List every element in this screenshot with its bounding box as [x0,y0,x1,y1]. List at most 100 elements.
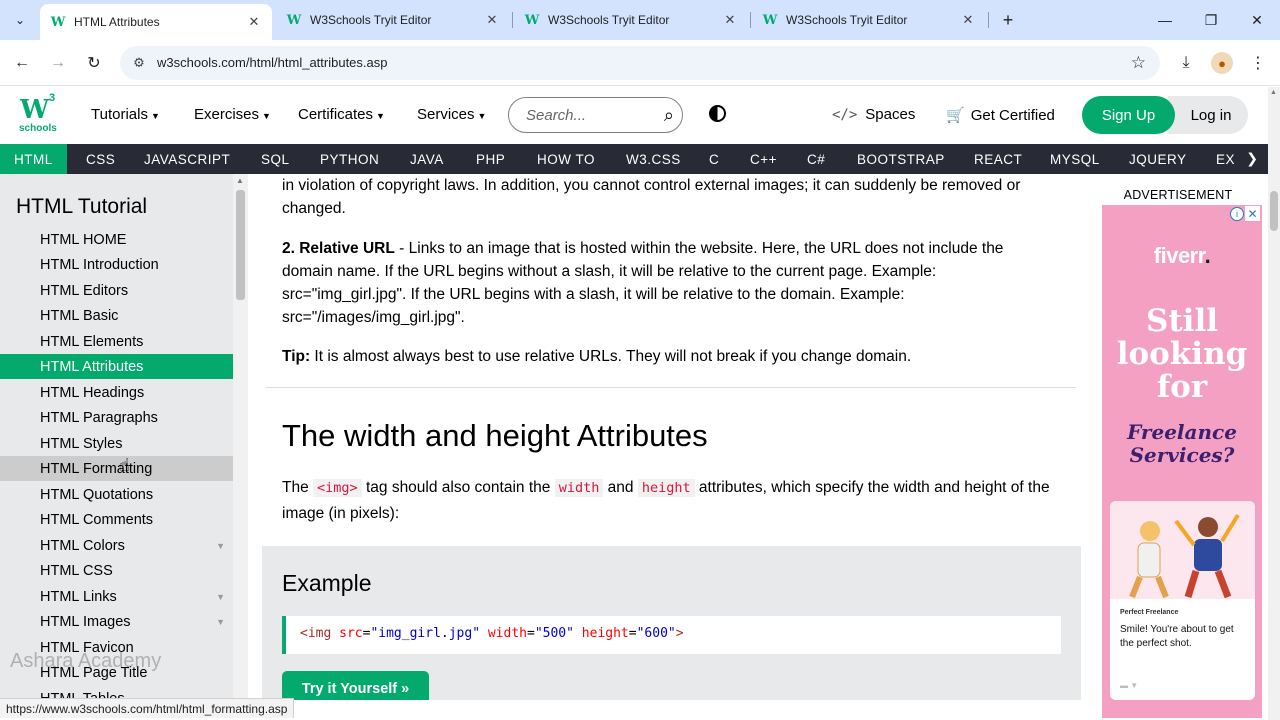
browser-tab-tryit-2[interactable]: W W3Schools Tryit Editor ✕ [514,4,748,36]
sidebar-item-html-introduction[interactable]: HTML Introduction [0,252,233,277]
profile-avatar-icon[interactable]: ● [1211,52,1233,74]
topnav-csharp[interactable]: C# [807,144,825,174]
topnav-css[interactable]: CSS [86,144,115,174]
sidebar-item-html-css[interactable]: HTML CSS [0,558,233,583]
browser-tab-tryit-3[interactable]: W W3Schools Tryit Editor ✕ [752,4,986,36]
mouse-pointer-icon: ☝ [119,455,130,475]
menu-certificates[interactable]: Certificates ▼ [298,106,385,123]
restore-window-icon[interactable]: ❐ [1196,8,1226,32]
topnav-react[interactable]: REACT [974,144,1022,174]
fiverr-wordmark: fiverr [1153,243,1205,268]
close-tab-icon[interactable]: ✕ [246,14,262,30]
close-tab-icon[interactable]: ✕ [484,12,500,28]
topnav-mysql[interactable]: MYSQL [1050,144,1100,174]
logo-subtext: schools [19,123,57,134]
sidebar-item-html-images[interactable]: HTML Images ▼ [0,609,233,634]
topnav-javascript[interactable]: JAVASCRIPT [144,144,230,174]
text-fragment: The [282,479,314,496]
sidebar-item-html-editors[interactable]: HTML Editors [0,278,233,303]
reload-icon[interactable]: ↻ [82,51,106,75]
sidebar-item-html-elements[interactable]: HTML Elements [0,329,233,354]
menu-services[interactable]: Services ▼ [417,106,486,123]
try-it-yourself-button[interactable]: Try it Yourself » [282,671,429,700]
close-tab-icon[interactable]: ✕ [960,12,976,28]
tab-divider [988,12,989,28]
expand-caret-icon[interactable]: ▼ [216,541,225,551]
topnav-w3css[interactable]: W3.CSS [626,144,681,174]
paragraph-relative-url: 2. Relative URL - Links to an image that… [282,237,1057,329]
sidebar-item-html-styles[interactable]: HTML Styles [0,431,233,456]
downloads-icon[interactable]: ⤓ [1174,51,1198,75]
topnav-python[interactable]: PYTHON [320,144,379,174]
expand-caret-icon[interactable]: ▼ [216,617,225,627]
topnav-cpp[interactable]: C++ [750,144,777,174]
ad-illustration [1110,501,1255,599]
address-url[interactable]: w3schools.com/html/html_attributes.asp [157,55,387,70]
logo-letter: W [20,95,50,125]
address-bar[interactable]: ⚙ w3schools.com/html/html_attributes.asp… [120,46,1160,80]
close-window-icon[interactable]: ✕ [1242,8,1272,32]
expand-caret-icon[interactable]: ▼ [216,592,225,602]
w3schools-logo[interactable]: W 3 schools [16,92,60,137]
login-button[interactable]: Log in [1168,96,1248,134]
sidebar-item-html-colors[interactable]: HTML Colors ▼ [0,533,233,558]
topnav-c[interactable]: C [709,144,719,174]
signup-button[interactable]: Sign Up [1082,96,1175,134]
sidebar-item-html-comments[interactable]: HTML Comments [0,507,233,532]
topnav-ex[interactable]: EX [1216,144,1235,174]
sidebar-item-html-paragraphs[interactable]: HTML Paragraphs [0,405,233,430]
nav-scroll-right-icon[interactable]: ❯ [1246,150,1258,167]
site-search-input[interactable]: Search... ⌕ [508,97,683,133]
scroll-up-arrow-icon[interactable]: ▲ [236,176,244,185]
sidebar-item-html-attributes[interactable]: HTML Attributes [0,354,233,379]
scroll-up-arrow-icon[interactable]: ▲ [1270,89,1277,96]
ad-close-icon[interactable]: ✕ [1245,206,1260,221]
topnav-php[interactable]: PHP [476,144,505,174]
browser-tab-html-attributes[interactable]: W HTML Attributes ✕ [40,4,272,40]
spaces-link[interactable]: </> Spaces [832,106,915,123]
ad-info-icon[interactable]: i [1230,207,1244,221]
back-arrow-icon[interactable]: ← [10,51,34,75]
browser-tab-tryit-1[interactable]: W W3Schools Tryit Editor ✕ [276,4,510,36]
topnav-sql[interactable]: SQL [261,144,290,174]
topnav-jquery[interactable]: JQUERY [1129,144,1187,174]
get-certified-link[interactable]: 🛒 Get Certified [946,106,1055,124]
page-scroll-thumb[interactable] [1270,191,1278,231]
sidebar-item-html-formatting[interactable]: HTML Formatting [0,456,233,481]
sidebar-item-html-home[interactable]: HTML HOME [0,227,233,252]
code-value: "600" [636,626,676,641]
inline-code-height: height [637,479,695,497]
tab-search-chevron-icon[interactable]: ⌄ [8,8,32,32]
fiverr-ad-banner[interactable]: i ✕ fiverr. Still looking for Freelance … [1102,205,1262,718]
new-tab-plus-icon[interactable]: + [996,8,1020,32]
sidebar-item-html-links[interactable]: HTML Links ▼ [0,584,233,609]
page-scrollbar[interactable]: ▲ [1268,87,1280,720]
sidebar-scroll-thumb[interactable] [236,190,245,300]
search-icon[interactable]: ⌕ [664,105,674,126]
sidebar-scrollbar[interactable]: ▲ [233,174,248,700]
forward-arrow-icon[interactable]: → [46,51,70,75]
browser-menu-kebab-icon[interactable]: ⋮ [1246,51,1270,75]
relative-url-label: 2. Relative URL [282,240,395,257]
dark-mode-toggle-icon[interactable] [709,105,726,122]
minimize-window-icon[interactable]: — [1150,8,1180,32]
w3schools-favicon-icon: W [50,14,66,30]
close-tab-icon[interactable]: ✕ [722,12,738,28]
sidebar-item-html-basic[interactable]: HTML Basic [0,303,233,328]
ad-column: ADVERTISEMENT i ✕ fiverr. Still looking … [1092,174,1268,720]
code-attr: height [581,626,629,641]
sidebar-item-label: HTML Colors [40,537,125,554]
topnav-howto[interactable]: HOW TO [537,144,595,174]
site-info-tune-icon[interactable]: ⚙ [130,54,148,72]
sidebar-item-html-quotations[interactable]: HTML Quotations [0,482,233,507]
menu-tutorials[interactable]: Tutorials ▼ [91,106,160,123]
code-brackets-icon: </> [832,107,858,123]
topnav-java[interactable]: JAVA [410,144,444,174]
bookmark-star-icon[interactable]: ☆ [1131,53,1146,73]
paragraph-tip: Tip: It is almost always best to use rel… [282,345,1057,368]
menu-exercises[interactable]: Exercises ▼ [194,106,271,123]
sidebar-item-html-headings[interactable]: HTML Headings [0,380,233,405]
sidebar-item-label: HTML Links [40,588,117,605]
topnav-html[interactable]: HTML [0,144,67,174]
topnav-bootstrap[interactable]: BOOTSTRAP [857,144,945,174]
